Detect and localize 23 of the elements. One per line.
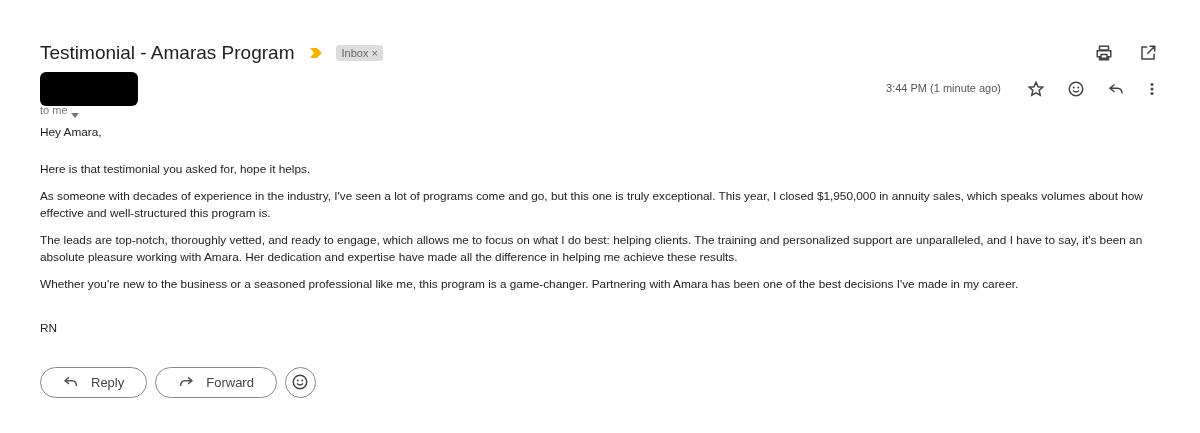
message-paragraph: Whether you're new to the business or a seasoned professional like me, this program is a game-changer. Partnering with Amara has been one of the best decisions I've made in my career. — [40, 275, 1020, 293]
emoji-icon[interactable] — [1067, 80, 1085, 98]
reply-icon — [63, 376, 79, 389]
open-in-new-window-icon[interactable] — [1139, 44, 1157, 62]
emoji-icon — [291, 373, 310, 392]
inbox-label: Inbox × — [336, 45, 383, 61]
email-subject: Testimonial - Amaras Program — [40, 42, 295, 64]
recipient-dropdown[interactable]: to me — [40, 104, 138, 118]
message-paragraph: The leads are top-notch, thoroughly vetted, and ready to engage, which allows me to focus on what I do best: helping clients. The training and personalized support are unparalleled, and I have to say, it's been an absolute pleasure working with Amara. Her dedication and expertise have made all the difference in helping me achieve these results. — [40, 231, 1144, 266]
reply-forward-button[interactable]: Reply — [40, 366, 148, 398]
star-icon[interactable] — [1027, 80, 1045, 98]
message-paragraph: As someone with decades of experience in the industry, I've seen a lot of programs come and go, but this one is truly exceptional. This year, I closed $1,950,000 in annuity sales, which speaks volumes about how effective and well-structured this program is. — [40, 187, 1144, 222]
reply-forward-button[interactable]: Forward — [155, 366, 277, 398]
print-icon[interactable] — [1095, 44, 1113, 62]
forward-icon — [178, 376, 195, 389]
message-paragraph: Here is that testimonial you asked for, hope it helps. — [40, 160, 312, 178]
signature: RN — [40, 319, 59, 337]
importance-marker-icon[interactable] — [310, 48, 323, 58]
email-time: 3:44 PM (1 minute ago) — [886, 82, 1001, 94]
emoji-reaction-button[interactable] — [284, 366, 316, 398]
caret-icon[interactable] — [70, 112, 79, 118]
remove-label-button[interactable]: × — [371, 47, 378, 59]
message-paragraph: Hey Amara, — [40, 123, 103, 141]
